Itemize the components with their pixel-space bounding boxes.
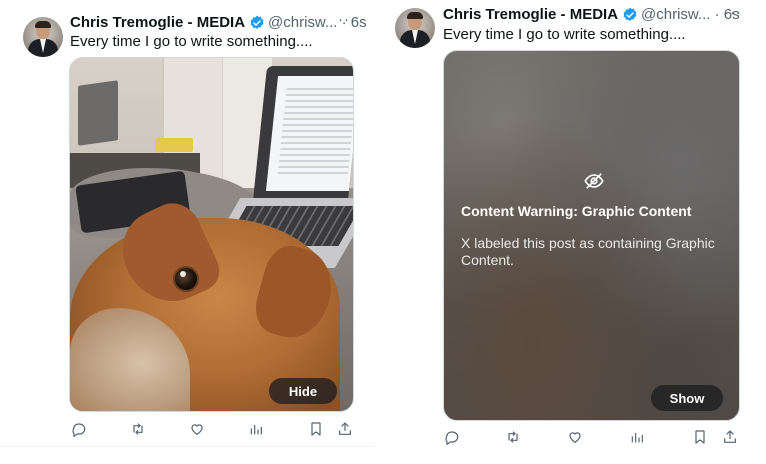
content-warning-description: X labeled this post as containing Graphi… — [461, 235, 715, 268]
repost-icon[interactable] — [503, 427, 523, 447]
views-icon[interactable] — [627, 427, 647, 447]
more-options-icon[interactable]: ··· — [724, 4, 742, 21]
author-avatar[interactable] — [395, 8, 435, 48]
author-name[interactable]: Chris Tremoglie - MEDIA — [443, 6, 618, 23]
reply-icon[interactable] — [442, 427, 462, 447]
author-row: Chris Tremoglie - MEDIA @chrisw... · 6s — [443, 6, 740, 23]
eye-slash-icon — [583, 170, 605, 192]
sensitive-media-overlay[interactable]: Content Warning: Graphic Content X label… — [443, 50, 740, 421]
tweet-action-bar — [442, 427, 740, 447]
tweet-with-content-warning[interactable]: Chris Tremoglie - MEDIA @chrisw... · 6s … — [0, 0, 766, 464]
bookmark-icon[interactable] — [690, 427, 710, 447]
show-media-button[interactable]: Show — [651, 385, 723, 411]
content-warning-title: Content Warning: Graphic Content — [461, 203, 692, 219]
verified-badge-icon — [622, 7, 638, 23]
like-icon[interactable] — [565, 427, 585, 447]
share-icon[interactable] — [720, 427, 740, 447]
tweet-text: Every time I go to write something.... — [443, 26, 686, 43]
